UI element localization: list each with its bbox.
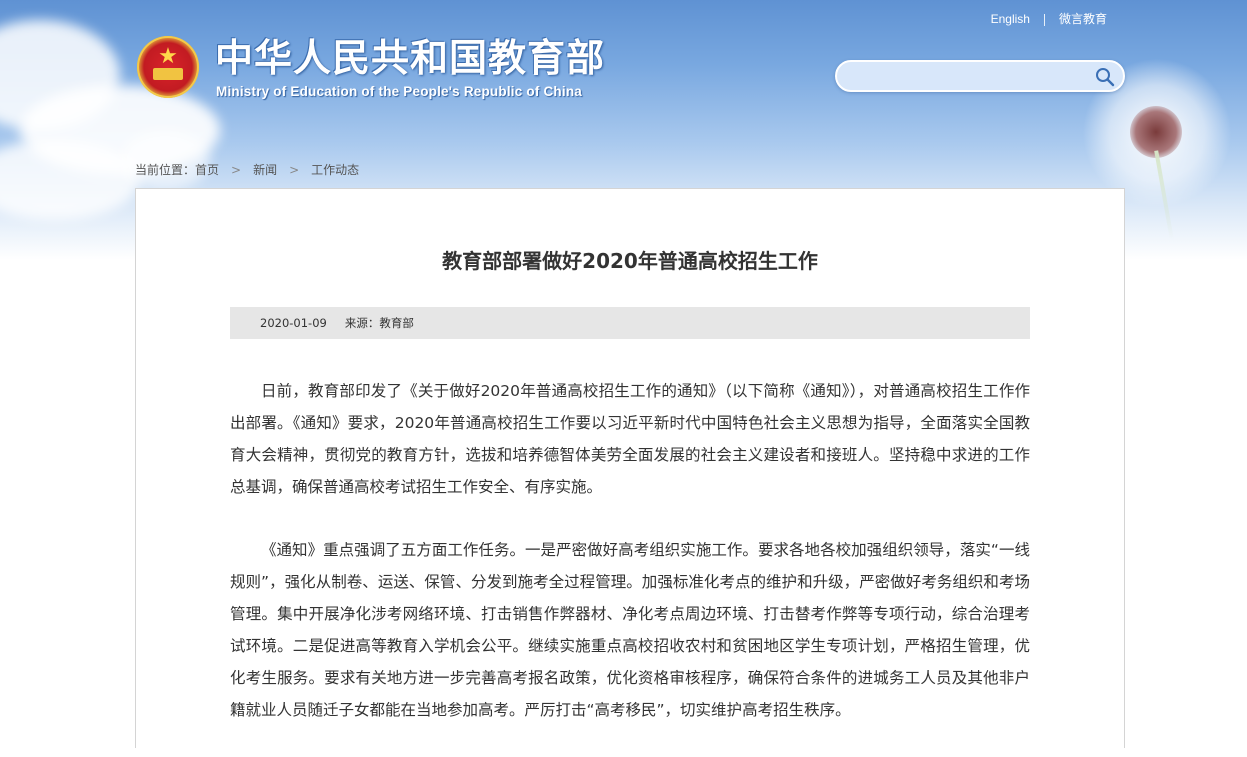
article-source: 来源：教育部: [344, 316, 414, 330]
article-title: 教育部部署做好2020年普通高校招生工作: [442, 249, 818, 273]
search-icon[interactable]: [1095, 67, 1115, 87]
chevron-right-icon: >: [231, 163, 242, 177]
breadcrumb-label: 当前位置：: [135, 163, 196, 177]
breadcrumb-news[interactable]: 新闻: [253, 163, 277, 177]
cloud-decoration: [120, 130, 210, 190]
top-links: English 微言教育: [991, 10, 1107, 27]
breadcrumb-work-updates[interactable]: 工作动态: [311, 163, 359, 177]
site-subtitle: Ministry of Education of the People's Re…: [216, 84, 582, 99]
emblem-gate-icon: [153, 68, 183, 80]
site-title[interactable]: 中华人民共和国教育部: [215, 34, 605, 82]
article-container: 教育部部署做好2020年普通高校招生工作 2020-01-09 来源：教育部 日前…: [135, 188, 1125, 748]
search-box: [835, 60, 1125, 92]
weiyan-jiaoyu-link[interactable]: 微言教育: [1059, 12, 1107, 26]
article-paragraph: 日前，教育部印发了《关于做好2020年普通高校招生工作的通知》（以下简称《通知》…: [230, 382, 1030, 496]
english-link[interactable]: English: [991, 12, 1030, 26]
article-date: 2020-01-09: [260, 316, 327, 330]
breadcrumb-home[interactable]: 首页: [195, 163, 219, 177]
chevron-right-icon: >: [289, 163, 300, 177]
search-input[interactable]: [847, 66, 1091, 88]
emblem-star-icon: ★: [158, 44, 178, 69]
article-paragraph: 《通知》重点强调了五方面工作任务。一是严密做好高考组织实施工作。要求各地各校加强…: [230, 541, 1030, 719]
link-divider: [1043, 13, 1045, 26]
article-body: 日前，教育部印发了《关于做好2020年普通高校招生工作的通知》（以下简称《通知》…: [230, 375, 1030, 757]
article-meta-bar: 2020-01-09 来源：教育部: [230, 307, 1030, 339]
breadcrumb: 当前位置：首页 > 新闻 > 工作动态: [135, 161, 359, 178]
